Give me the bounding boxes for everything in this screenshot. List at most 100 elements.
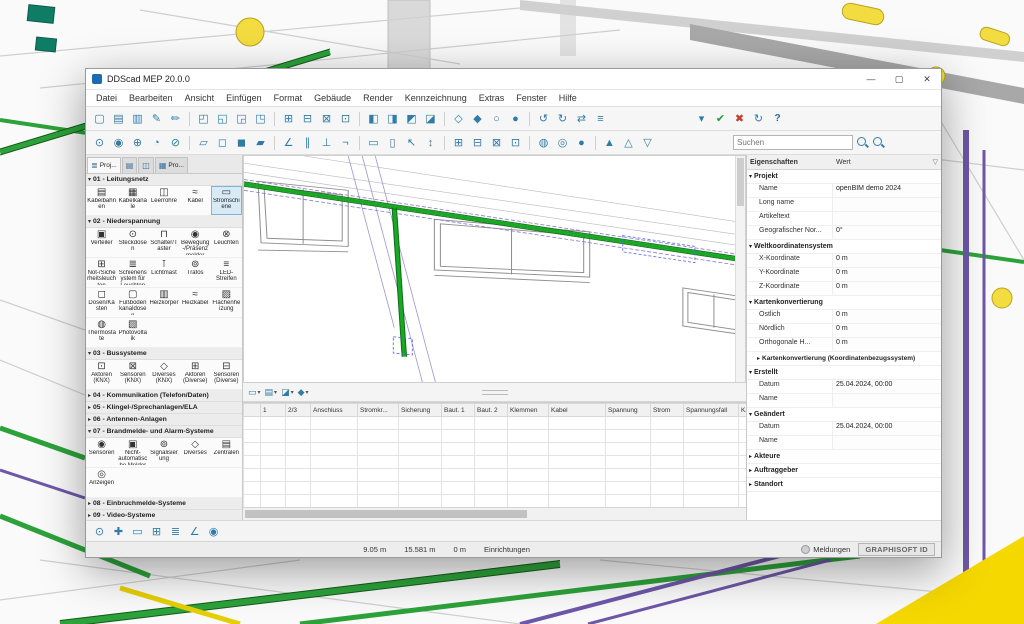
zoom-icon[interactable]: ⊙ — [91, 523, 108, 540]
palette-section-header[interactable]: ▸04 - Kommunikation (Telefon/Daten) — [86, 390, 242, 402]
palette-section-header[interactable]: ▾01 - Leitungsnetz — [86, 174, 242, 186]
table-column-header[interactable]: Stromkr... — [358, 404, 399, 417]
property-row[interactable]: Y-Koordinate0 m — [747, 268, 941, 282]
toolbar-icon[interactable]: ↕ — [422, 134, 439, 151]
table-column-header[interactable]: 2/3 — [286, 404, 311, 417]
toolbar-icon[interactable]: ◳ — [252, 110, 269, 127]
scrollbar-thumb[interactable] — [245, 510, 527, 518]
palette-item[interactable]: ≣Schienensystem für Leuchten — [117, 258, 148, 287]
property-row[interactable]: Orthogonale H...0 m — [747, 338, 941, 352]
menu-item-kennzeichnung[interactable]: Kennzeichnung — [399, 93, 473, 103]
toolbar-icon[interactable]: ¬ — [337, 134, 354, 151]
view-dropdown-button[interactable]: ▭▾ — [246, 385, 263, 399]
palette-item[interactable]: ⊗Leuchten — [211, 228, 242, 257]
palette-item[interactable]: ⊠Sensoren (KNX) — [117, 360, 148, 389]
toolbar-icon[interactable]: ✖ — [731, 110, 748, 127]
palette-item[interactable]: ▨Flächenheizung — [211, 288, 242, 317]
menu-item-gebude[interactable]: Gebäude — [308, 93, 357, 103]
property-value[interactable]: 0 m — [833, 282, 941, 295]
toolbar-icon[interactable]: ◆ — [469, 110, 486, 127]
minimize-button[interactable]: — — [857, 69, 885, 89]
menu-item-render[interactable]: Render — [357, 93, 399, 103]
palette-item[interactable]: ◇Diverses (KNX) — [148, 360, 179, 389]
toolbar-icon[interactable]: ◉ — [110, 134, 127, 151]
palette-section-header[interactable]: ▸09 - Video-Systeme — [86, 510, 242, 520]
drawing-canvas[interactable] — [243, 155, 746, 383]
scrollbar-thumb[interactable] — [737, 158, 744, 206]
palette-item[interactable]: ▤Zentralen — [211, 438, 242, 467]
toolbar-icon[interactable]: ◲ — [233, 110, 250, 127]
palette-item[interactable]: ⊚Signalisierung — [148, 438, 179, 467]
table-row[interactable] — [244, 495, 747, 508]
toolbar-icon[interactable]: ◻ — [214, 134, 231, 151]
menu-item-bearbeiten[interactable]: Bearbeiten — [123, 93, 179, 103]
palette-tab[interactable]: ▤ — [122, 157, 138, 173]
palette-item[interactable]: ◍Thermostate — [86, 318, 117, 347]
toolbar-icon[interactable]: ⊙ — [91, 134, 108, 151]
palette-section-header[interactable]: ▾07 - Brandmelde- und Alarm-Systeme — [86, 426, 242, 438]
view-dropdown-button[interactable]: ◆▾ — [296, 385, 311, 399]
table-column-header[interactable]: Anschluss — [311, 404, 358, 417]
layers-icon[interactable]: ≣ — [167, 523, 184, 540]
palette-item[interactable]: ⊺Lichtmast — [148, 258, 179, 287]
filter-icon[interactable]: ▽ — [933, 158, 938, 166]
palette-item[interactable]: ⊡Aktoren (KNX) — [86, 360, 117, 389]
table-column-header[interactable]: Klemmen — [508, 404, 549, 417]
maximize-button[interactable]: ▢ — [885, 69, 913, 89]
table-row[interactable] — [244, 469, 747, 482]
property-group-row[interactable]: ▾Kartenkonvertierung — [747, 296, 941, 310]
palette-item[interactable]: ≡LED-Streifen — [211, 258, 242, 287]
palette-section-header[interactable]: ▸06 - Antennen-Anlagen — [86, 414, 242, 426]
toolbar-icon[interactable]: ⊞ — [280, 110, 297, 127]
table-column-header[interactable]: Spannung — [606, 404, 651, 417]
property-row[interactable]: Z-Koordinate0 m — [747, 282, 941, 296]
toolbar-icon[interactable]: ↺ — [535, 110, 552, 127]
messages-button[interactable]: Meldungen — [801, 545, 850, 554]
toolbar-icon[interactable]: ◇ — [450, 110, 467, 127]
table-column-header[interactable]: Sicherung — [399, 404, 442, 417]
table-row[interactable] — [244, 482, 747, 495]
palette-section-header[interactable]: ▾02 - Niederspannung — [86, 216, 242, 228]
property-row[interactable]: Datum25.04.2024, 00:00 — [747, 380, 941, 394]
property-row[interactable]: Östlich0 m — [747, 310, 941, 324]
property-group-row[interactable]: ▸Auftraggeber — [747, 464, 941, 478]
palette-item[interactable]: ▧Photovoltaik — [117, 318, 148, 347]
palette-item[interactable]: ≈Heizkabel — [180, 288, 211, 317]
property-value[interactable]: 25.04.2024, 00:00 — [833, 380, 941, 393]
toolbar-icon[interactable]: ✎ — [148, 110, 165, 127]
palette-tab[interactable]: ≣Proj... — [87, 157, 121, 173]
view-dropdown-button[interactable]: ◪▾ — [279, 385, 296, 399]
toolbar-icon[interactable]: ◼ — [233, 134, 250, 151]
palette-item[interactable]: ◫Leerrohre — [148, 186, 179, 215]
splitter-grip[interactable] — [482, 390, 508, 395]
measure-icon[interactable]: ∠ — [186, 523, 203, 540]
palette-item[interactable]: ▭Stromschiene — [211, 186, 242, 215]
toolbar-icon[interactable]: ⊡ — [507, 134, 524, 151]
toolbar-icon[interactable]: ✏ — [167, 110, 184, 127]
toolbar-icon[interactable]: ▤ — [110, 110, 127, 127]
palette-item[interactable]: ⊞Not-/Sicherheitsleuchten — [86, 258, 117, 287]
table-column-header[interactable]: Kabel — [549, 404, 606, 417]
toolbar-icon[interactable]: ↻ — [750, 110, 767, 127]
property-row[interactable]: Nördlich0 m — [747, 324, 941, 338]
property-group-row[interactable]: ▾Erstellt — [747, 366, 941, 380]
toolbar-icon[interactable]: ▭ — [365, 134, 382, 151]
palette-item[interactable]: ▣Verteiler — [86, 228, 117, 257]
toolbar-icon[interactable]: ⇄ — [573, 110, 590, 127]
toolbar-icon[interactable]: ◪ — [422, 110, 439, 127]
grid-icon[interactable]: ⊞ — [148, 523, 165, 540]
canvas-vertical-scrollbar[interactable] — [735, 156, 745, 382]
palette-item[interactable]: ▤Kabelbahnen — [86, 186, 117, 215]
table-column-header[interactable]: Baut. 1 — [442, 404, 475, 417]
toolbar-icon[interactable]: ✔ — [712, 110, 729, 127]
palette-item[interactable]: ◉Sensoren — [86, 438, 117, 467]
property-row[interactable]: Name — [747, 436, 941, 450]
toolbar-icon[interactable]: ↖ — [403, 134, 420, 151]
palette-item[interactable]: ◎Anzeigen — [86, 468, 117, 497]
palette-section-header[interactable]: ▸05 - Klingel-/Sprechanlagen/ELA — [86, 402, 242, 414]
menu-item-extras[interactable]: Extras — [473, 93, 511, 103]
toolbar-icon[interactable]: ≡ — [592, 110, 609, 127]
property-row[interactable]: Name — [747, 394, 941, 408]
snap-icon[interactable]: ◉ — [205, 523, 222, 540]
table-column-header[interactable]: 1 — [261, 404, 286, 417]
